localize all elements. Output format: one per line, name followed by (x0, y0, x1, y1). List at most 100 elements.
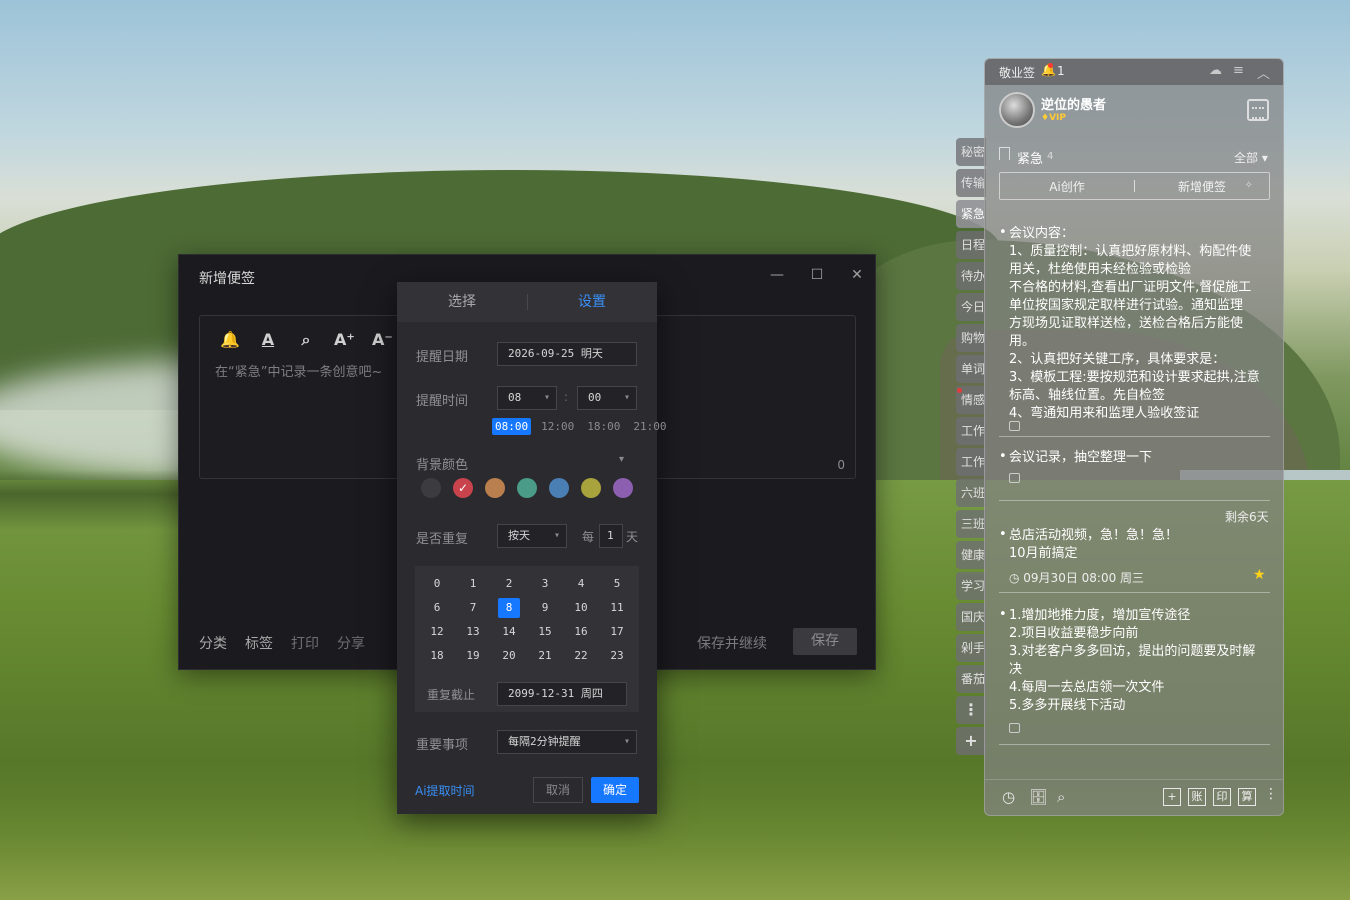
repeat-select[interactable]: 按天 (497, 524, 567, 548)
color-swatch[interactable] (581, 478, 601, 498)
tab-settings[interactable]: 设置 (527, 282, 657, 322)
category-tab[interactable]: 学习 (956, 572, 986, 600)
more-icon[interactable]: ⋮ (1264, 786, 1278, 802)
hour-option[interactable]: 14 (491, 622, 527, 642)
chevron-down-icon[interactable]: ▾ (619, 454, 624, 465)
color-swatch[interactable] (517, 478, 537, 498)
hour-option[interactable]: 6 (419, 598, 455, 618)
quick-time-option[interactable]: 12:00 (538, 418, 577, 435)
cloud-sync-icon[interactable]: ☁ (1209, 63, 1222, 78)
save-button[interactable]: 保存 (793, 628, 857, 655)
hour-option[interactable]: 22 (563, 646, 599, 666)
hour-option[interactable]: 9 (527, 598, 563, 618)
hour-option[interactable]: 11 (599, 598, 635, 618)
category-tab[interactable]: 秘密 (956, 138, 986, 166)
hour-option[interactable]: 4 (563, 574, 599, 594)
category-tab[interactable]: 购物 (956, 324, 986, 352)
hour-option[interactable]: 0 (419, 574, 455, 594)
category-tab[interactable]: 今日 (956, 293, 986, 321)
close-button[interactable]: ✕ (847, 265, 867, 285)
minimize-button[interactable]: — (767, 265, 787, 285)
reminder-date-field[interactable]: 2026-09-25 明天 (497, 342, 637, 366)
search-icon[interactable]: ⌕ (296, 330, 316, 350)
print-icon[interactable]: 印 (1213, 788, 1231, 806)
minute-select[interactable]: 00 (577, 386, 637, 410)
add-icon[interactable]: + (1163, 788, 1181, 806)
print-button[interactable]: 打印 (291, 633, 319, 653)
hour-option[interactable]: 13 (455, 622, 491, 642)
add-category-button[interactable]: + (956, 727, 986, 755)
hour-option[interactable]: 3 (527, 574, 563, 594)
category-tab[interactable]: 剁手 (956, 634, 986, 662)
note-item[interactable]: • 会议内容： 1、质量控制：认真把好原材料、构配件使 用关，杜绝使用未经检验或检验… (999, 225, 1270, 437)
note-item[interactable]: • 总店活动视频，急！急！急！ 10月前搞定 ◷ 09月30日 08:00 周三 … (999, 527, 1270, 593)
color-swatch[interactable] (421, 478, 441, 498)
more-categories-button[interactable]: ⋮ (956, 696, 986, 724)
ledger-icon[interactable]: 账 (1188, 788, 1206, 806)
category-tab[interactable]: 六班 (956, 479, 986, 507)
category-tab[interactable]: 待办 (956, 262, 986, 290)
hour-option[interactable]: 19 (455, 646, 491, 666)
calendar-icon[interactable] (1247, 99, 1269, 121)
maximize-button[interactable]: ☐ (807, 265, 827, 285)
collapse-icon[interactable]: ︿ (1257, 63, 1270, 82)
archive-icon[interactable]: 🗄 (1029, 788, 1048, 806)
hour-select[interactable]: 08 (497, 386, 557, 410)
filter-dropdown[interactable]: 全部 ▾ (1234, 149, 1268, 166)
hour-option[interactable]: 8 (491, 598, 527, 618)
avatar[interactable] (999, 92, 1035, 128)
hour-option[interactable]: 17 (599, 622, 635, 642)
tag-button[interactable]: 标签 (245, 633, 273, 653)
hour-option[interactable]: 7 (455, 598, 491, 618)
hour-option[interactable]: 5 (599, 574, 635, 594)
category-tab[interactable]: 情感 (956, 386, 986, 414)
hour-option[interactable]: 12 (419, 622, 455, 642)
tab-select[interactable]: 选择 (397, 282, 527, 322)
important-select[interactable]: 每隔2分钟提醒 (497, 730, 637, 754)
calculator-icon[interactable]: 算 (1238, 788, 1256, 806)
category-tab[interactable]: 传输 (956, 169, 986, 197)
color-swatch[interactable]: ✓ (453, 478, 473, 498)
quick-time-option[interactable]: 21:00 (630, 418, 669, 435)
hour-option[interactable]: 10 (563, 598, 599, 618)
quick-time-option[interactable]: 18:00 (584, 418, 623, 435)
category-tab[interactable]: 国庆 (956, 603, 986, 631)
category-tab[interactable]: 日程 (956, 231, 986, 259)
quick-time-option[interactable]: 08:00 (492, 418, 532, 435)
save-continue-button[interactable]: 保存并继续 (697, 633, 767, 653)
ai-create-button[interactable]: Ai创作 (1000, 178, 1134, 195)
hour-option[interactable]: 21 (527, 646, 563, 666)
history-icon[interactable]: ◷ (1002, 788, 1015, 806)
repeat-until-field[interactable]: 2099-12-31 周四 (497, 682, 627, 706)
menu-icon[interactable]: ≡ (1233, 63, 1244, 78)
hour-option[interactable]: 18 (419, 646, 455, 666)
cancel-button[interactable]: 取消 (533, 777, 583, 803)
note-item[interactable]: • 会议记录，抽空整理一下 (999, 449, 1270, 501)
bell-icon[interactable]: 🔔 (220, 330, 240, 350)
category-tab[interactable]: 工作 (956, 448, 986, 476)
color-swatch[interactable] (613, 478, 633, 498)
category-tab[interactable]: 三班 (956, 510, 986, 538)
hour-option[interactable]: 1 (455, 574, 491, 594)
color-swatch[interactable] (549, 478, 569, 498)
category-tab[interactable]: 番茄 (956, 665, 986, 693)
category-tab[interactable]: 紧急 (956, 200, 986, 228)
color-swatch[interactable] (485, 478, 505, 498)
repeat-interval-input[interactable]: 1 (599, 524, 623, 548)
hour-option[interactable]: 23 (599, 646, 635, 666)
note-item[interactable]: • 1.增加地推力度，增加宣传途径 2.项目收益要稳步向前 3.对老客户多多回访，提… (999, 607, 1270, 745)
share-button[interactable]: 分享 (337, 633, 365, 653)
hour-option[interactable]: 15 (527, 622, 563, 642)
category-tab[interactable]: 健康 (956, 541, 986, 569)
category-tab[interactable]: 工作 (956, 417, 986, 445)
search-icon[interactable]: ⌕ (1057, 788, 1065, 806)
ai-extract-time-link[interactable]: Ai提取时间 (415, 782, 475, 799)
hour-option[interactable]: 20 (491, 646, 527, 666)
text-color-icon[interactable]: A (258, 330, 278, 350)
hour-option[interactable]: 2 (491, 574, 527, 594)
category-button[interactable]: 分类 (199, 633, 227, 653)
hour-option[interactable]: 16 (563, 622, 599, 642)
font-increase-icon[interactable]: A⁺ (334, 330, 355, 350)
category-tab[interactable]: 单词 (956, 355, 986, 383)
star-icon[interactable]: ★ (1253, 567, 1266, 583)
